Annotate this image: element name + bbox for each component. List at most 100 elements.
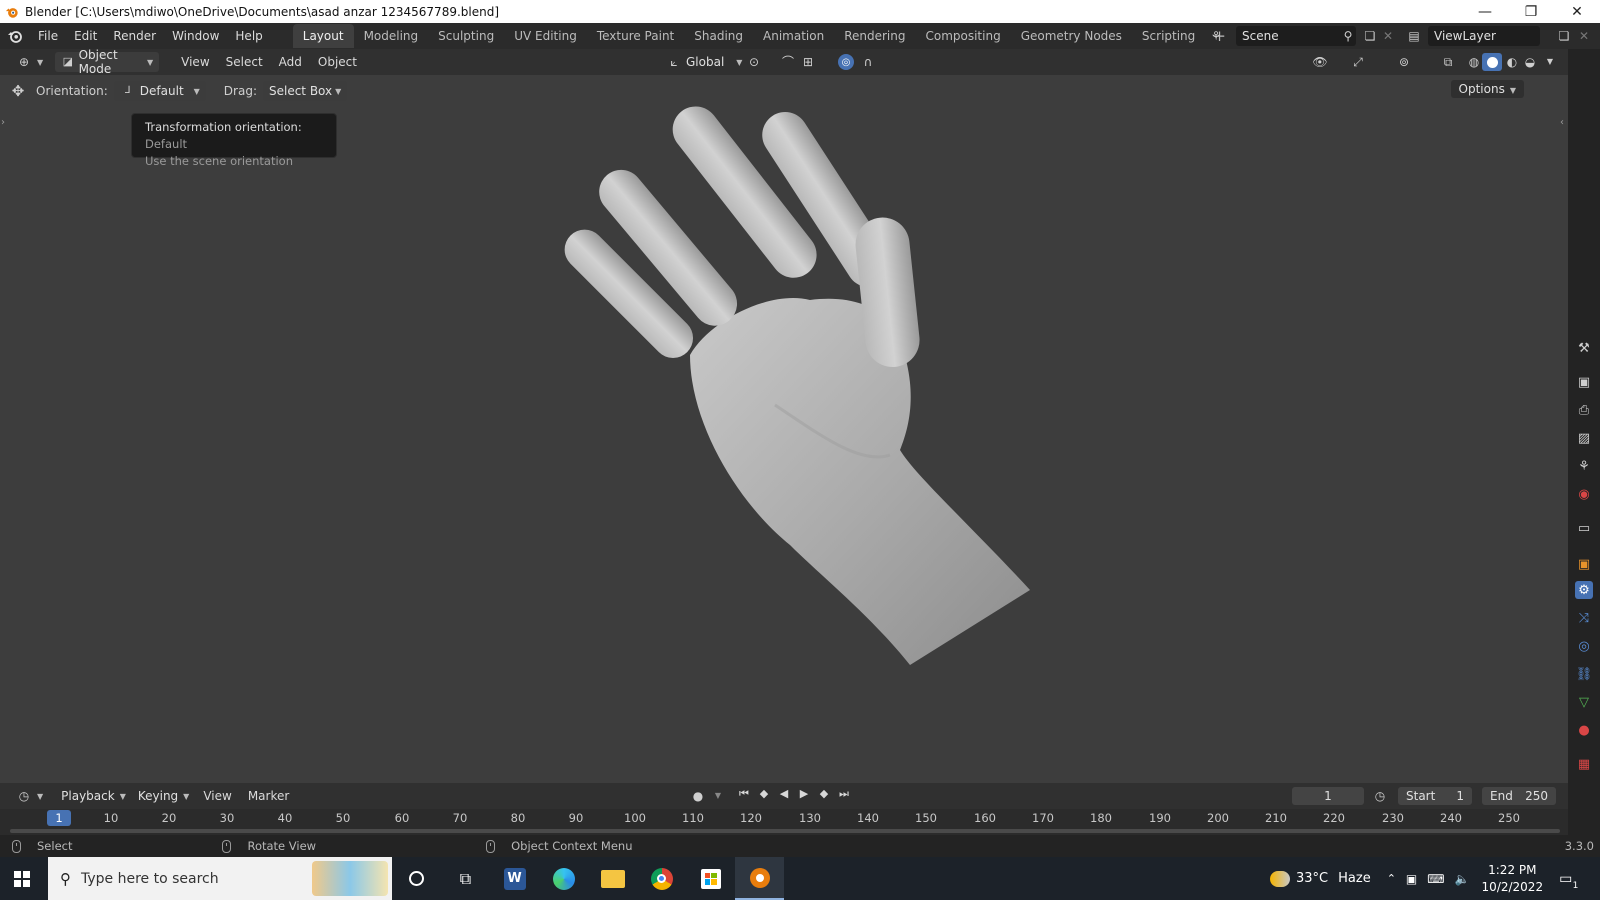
viewport-menu-add[interactable]: Add bbox=[271, 55, 310, 69]
gizmo-icon[interactable]: ⤢ bbox=[1350, 54, 1366, 70]
viewport-menu-view[interactable]: View bbox=[173, 55, 217, 69]
tab-animation[interactable]: Animation bbox=[753, 24, 834, 48]
timeline-menu-marker[interactable]: Marker bbox=[240, 789, 297, 803]
drag-dropdown[interactable]: Select Box ▼ bbox=[262, 81, 348, 101]
move-tool-icon[interactable]: ✥ bbox=[10, 83, 26, 99]
menu-window[interactable]: Window bbox=[164, 23, 227, 49]
output-properties-icon[interactable]: ⎙ bbox=[1575, 401, 1593, 419]
end-frame-field[interactable]: End 250 bbox=[1482, 787, 1556, 805]
mode-dropdown[interactable]: ◪ Object Mode ▼ bbox=[55, 48, 160, 76]
edge-app-icon[interactable] bbox=[539, 857, 588, 900]
shading-options-icon[interactable]: ▼ bbox=[1542, 54, 1558, 70]
texture-properties-icon[interactable]: ▦ bbox=[1575, 755, 1593, 773]
notifications-icon[interactable]: ▭ 1 bbox=[1559, 871, 1578, 891]
weather-icon[interactable] bbox=[1270, 870, 1290, 887]
tray-overflow-icon[interactable]: ⌃ bbox=[1387, 872, 1396, 885]
playback-dropdown[interactable]: Playback ▼ bbox=[55, 786, 132, 806]
viewport-menu-object[interactable]: Object bbox=[310, 55, 365, 69]
tab-layout[interactable]: Layout bbox=[292, 24, 354, 48]
viewport-shading-solid-icon[interactable] bbox=[1482, 53, 1502, 71]
play-reverse-icon[interactable]: ◀ bbox=[774, 787, 794, 801]
delete-view-layer-icon[interactable]: ✕ bbox=[1576, 28, 1592, 44]
meet-now-icon[interactable]: ▣ bbox=[1406, 872, 1417, 886]
visibility-icon[interactable]: 👁 bbox=[1312, 54, 1328, 70]
clock[interactable]: 1:22 PM 10/2/2022 bbox=[1482, 862, 1544, 896]
hand-mesh[interactable] bbox=[540, 105, 1060, 665]
physics-properties-icon[interactable]: ◎ bbox=[1575, 637, 1593, 655]
chrome-app-icon[interactable] bbox=[637, 857, 686, 900]
tab-rendering[interactable]: Rendering bbox=[834, 24, 915, 48]
tab-sculpting[interactable]: Sculpting bbox=[428, 24, 504, 48]
weather-temp[interactable]: 33°C bbox=[1296, 871, 1328, 886]
ms-store-icon[interactable] bbox=[686, 857, 735, 900]
snap-icon[interactable]: ⌒ bbox=[780, 54, 796, 70]
task-view-icon[interactable]: ⧉ bbox=[441, 857, 490, 900]
falloff-icon[interactable]: ∩ bbox=[860, 54, 876, 70]
menu-help[interactable]: Help bbox=[227, 23, 270, 49]
scene-field[interactable]: Scene bbox=[1236, 26, 1356, 46]
view-layer-field[interactable]: ViewLayer bbox=[1428, 26, 1540, 46]
playhead-frame-indicator[interactable]: 1 bbox=[47, 810, 71, 826]
tab-scripting[interactable]: Scripting bbox=[1132, 24, 1205, 48]
start-frame-field[interactable]: Start 1 bbox=[1398, 787, 1472, 805]
material-properties-icon[interactable]: ● bbox=[1575, 721, 1593, 739]
current-frame-field[interactable]: 1 bbox=[1292, 787, 1364, 805]
jump-end-icon[interactable]: ⏭ bbox=[834, 787, 854, 801]
snap-target-icon[interactable]: ⊞ bbox=[800, 54, 816, 70]
scene-properties-icon[interactable]: ⚘ bbox=[1575, 457, 1593, 475]
windows-start-icon[interactable] bbox=[14, 871, 30, 887]
menu-render[interactable]: Render bbox=[105, 23, 164, 49]
auto-keying-icon[interactable]: ● bbox=[690, 788, 706, 804]
keying-dropdown[interactable]: Keying ▼ bbox=[132, 786, 195, 806]
particles-properties-icon[interactable]: ⤨ bbox=[1575, 609, 1593, 627]
tab-geometry-nodes[interactable]: Geometry Nodes bbox=[1011, 24, 1132, 48]
tab-uv-editing[interactable]: UV Editing bbox=[504, 24, 587, 48]
new-scene-icon[interactable]: ❏ bbox=[1362, 28, 1378, 44]
restore-button[interactable]: ❐ bbox=[1508, 0, 1554, 23]
editor-type-dropdown[interactable]: ⊕ ▼ bbox=[10, 52, 49, 72]
tab-texture-paint[interactable]: Texture Paint bbox=[587, 24, 684, 48]
timeline-scrollbar-thumb[interactable] bbox=[10, 829, 1560, 833]
keying-options-icon[interactable]: ▼ bbox=[710, 788, 726, 804]
viewport-menu-select[interactable]: Select bbox=[218, 55, 271, 69]
shading-wireframe-icon[interactable]: ◍ bbox=[1466, 54, 1482, 70]
delete-scene-icon[interactable]: ✕ bbox=[1380, 28, 1396, 44]
toolbar-expand-arrow-icon[interactable]: › bbox=[1, 117, 5, 128]
timeline-ruler[interactable]: 1 10 20 30 40 50 60 70 80 90 100 110 120… bbox=[0, 809, 1568, 827]
sidebar-expand-arrow-icon[interactable]: ‹ bbox=[1560, 117, 1564, 128]
weather-desc[interactable]: Haze bbox=[1338, 871, 1371, 886]
file-explorer-icon[interactable] bbox=[588, 857, 637, 900]
blender-menu-icon[interactable] bbox=[0, 23, 30, 49]
orientation-dropdown[interactable]: ⅃ Default ▼ bbox=[113, 81, 206, 101]
close-button[interactable]: ✕ bbox=[1554, 0, 1600, 23]
properties-wrench-icon[interactable]: ⚙ bbox=[1575, 581, 1593, 599]
tool-properties-icon[interactable]: ⚒ bbox=[1575, 339, 1593, 357]
network-icon[interactable]: ⌨ bbox=[1427, 872, 1444, 886]
cortana-icon[interactable] bbox=[392, 857, 441, 900]
data-properties-icon[interactable]: ▽ bbox=[1575, 693, 1593, 711]
blender-taskbar-icon[interactable] bbox=[735, 857, 784, 900]
timeline-editor-type-dropdown[interactable]: ◷ ▼ bbox=[10, 786, 49, 806]
transform-orientation-dropdown[interactable]: ⟀ Global ▼ bbox=[660, 52, 748, 72]
shading-rendered-icon[interactable]: ◒ bbox=[1522, 54, 1538, 70]
tab-shading[interactable]: Shading bbox=[684, 24, 753, 48]
scene-selector-icon[interactable]: ⚘ bbox=[1208, 28, 1224, 44]
timeline-menu-view[interactable]: View bbox=[195, 789, 239, 803]
object-properties-icon[interactable]: ▣ bbox=[1575, 555, 1593, 573]
preview-range-icon[interactable]: ◷ bbox=[1372, 788, 1388, 804]
constraints-properties-icon[interactable]: ⛓ bbox=[1575, 665, 1593, 683]
taskbar-search-box[interactable]: ⚲ Type here to search bbox=[48, 857, 392, 900]
proportional-editing-icon[interactable]: ◎ bbox=[838, 54, 854, 70]
world-properties-icon[interactable]: ◉ bbox=[1575, 485, 1593, 503]
overlays-icon[interactable]: ⊚ bbox=[1396, 54, 1412, 70]
timeline-scrollbar[interactable] bbox=[0, 827, 1568, 835]
pin-icon[interactable]: ⚲ bbox=[1340, 28, 1356, 44]
pivot-point-icon[interactable]: ⊙ bbox=[746, 54, 762, 70]
new-view-layer-icon[interactable]: ❏ bbox=[1556, 28, 1572, 44]
minimize-button[interactable]: — bbox=[1462, 0, 1508, 23]
xray-icon[interactable]: ⧉ bbox=[1440, 54, 1456, 70]
next-keyframe-icon[interactable]: ◆ bbox=[814, 787, 834, 801]
tab-modeling[interactable]: Modeling bbox=[354, 24, 429, 48]
play-icon[interactable]: ▶ bbox=[794, 787, 814, 801]
shading-material-icon[interactable]: ◐ bbox=[1504, 54, 1520, 70]
